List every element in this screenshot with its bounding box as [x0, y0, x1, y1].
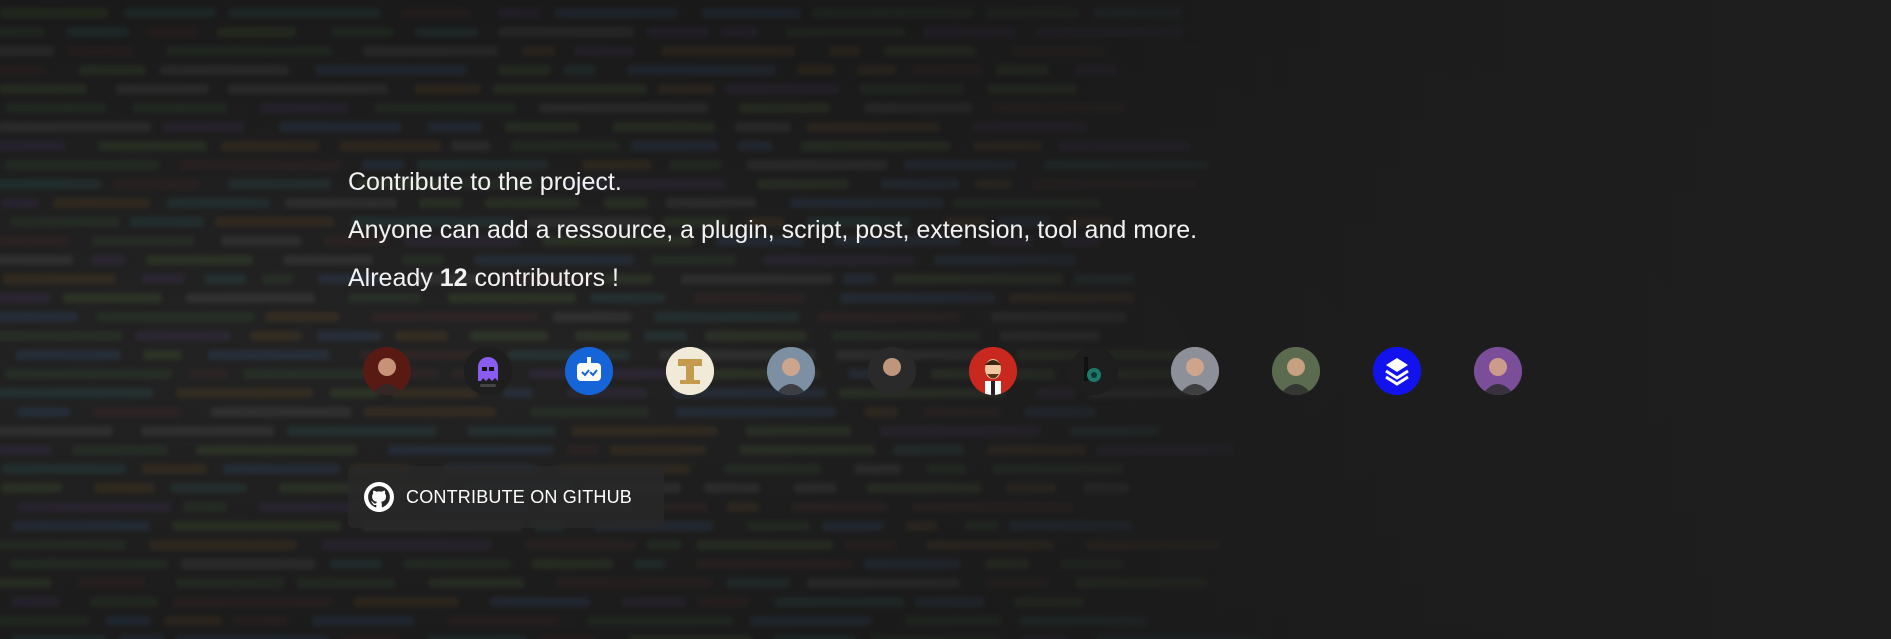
contributor-avatar-8[interactable] [1070, 347, 1118, 395]
person-photo-icon [363, 347, 411, 395]
intro-line-1: Contribute to the project. [348, 168, 622, 196]
person-photo-icon [868, 347, 916, 395]
contributor-count: 12 [439, 264, 468, 292]
contributor-avatar-3[interactable] [565, 347, 613, 395]
contributors-text: contributors ! [467, 264, 619, 292]
robot-icon [565, 347, 613, 395]
cartoon-person-icon [969, 347, 1017, 395]
contributor-avatar-9[interactable] [1171, 347, 1219, 395]
layers-logo-icon [1373, 347, 1421, 395]
contribute-on-github-button[interactable]: CONTRIBUTE ON GITHUB [348, 466, 664, 528]
person-photo-icon [1474, 347, 1522, 395]
intro-line-2: Anyone can add a ressource, a plugin, sc… [348, 216, 1198, 244]
contributors-list [363, 347, 1522, 395]
contributor-avatar-12[interactable] [1474, 347, 1522, 395]
person-photo-icon [1272, 347, 1320, 395]
already-text: Already [348, 264, 440, 292]
logo-b-icon [1070, 347, 1118, 395]
person-photo-icon [767, 347, 815, 395]
letter-t-icon [666, 347, 714, 395]
background-fade [0, 0, 1891, 639]
github-icon [364, 482, 394, 512]
ghost-robot-icon [464, 347, 512, 395]
person-photo-icon [1171, 347, 1219, 395]
contributor-avatar-2[interactable] [464, 347, 512, 395]
code-background [0, 0, 1891, 639]
contributor-avatar-5[interactable] [767, 347, 815, 395]
contribute-section: Contribute to the project. Anyone can ad… [348, 158, 1548, 302]
contributor-avatar-11[interactable] [1373, 347, 1421, 395]
contributor-avatar-10[interactable] [1272, 347, 1320, 395]
contributor-avatar-4[interactable] [666, 347, 714, 395]
contributor-avatar-7[interactable] [969, 347, 1017, 395]
intro-line-3: Already 12 contributors ! [348, 254, 1548, 302]
github-button-label: CONTRIBUTE ON GITHUB [406, 486, 633, 507]
contributor-avatar-6[interactable] [868, 347, 916, 395]
contributor-avatar-1[interactable] [363, 347, 411, 395]
